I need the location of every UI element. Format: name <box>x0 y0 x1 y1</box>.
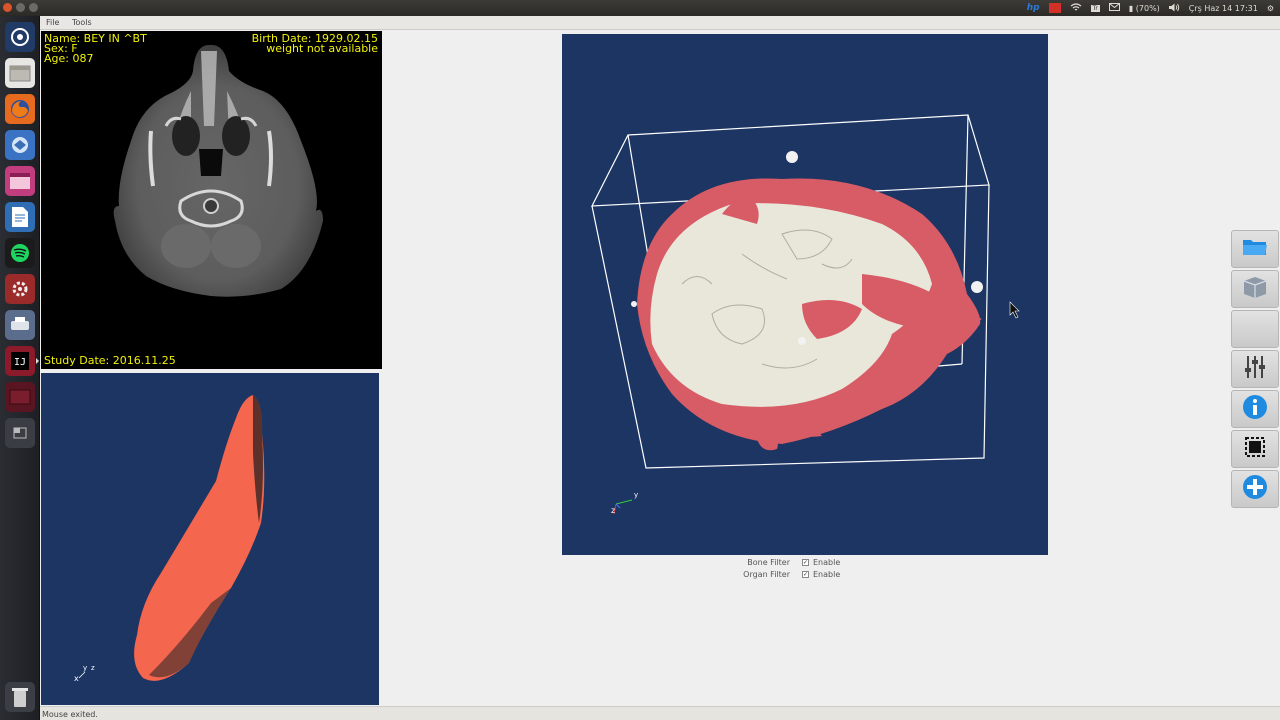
open-folder-icon <box>1242 237 1268 261</box>
printer-icon[interactable] <box>5 310 35 340</box>
record-indicator-icon[interactable] <box>1048 3 1061 13</box>
status-bar: Mouse exited. <box>40 706 1280 720</box>
dash-home-icon[interactable] <box>5 22 35 52</box>
files-icon[interactable] <box>5 58 35 88</box>
weight-info: weight not available <box>266 42 378 55</box>
add-icon <box>1241 473 1269 505</box>
bone-filter-row: Bone Filter ✓ Enable <box>740 556 840 568</box>
blank-button[interactable] <box>1231 310 1279 348</box>
thunderbird-icon[interactable] <box>5 130 35 160</box>
3d-box-icon <box>1241 275 1269 303</box>
3d-view-button[interactable] <box>1231 270 1279 308</box>
battery-percent: (70%) <box>1135 3 1160 13</box>
organ-view-axis-icon <box>78 671 86 679</box>
firefox-icon[interactable] <box>5 94 35 124</box>
menu-bar: File Tools <box>40 16 1280 30</box>
status-text: Mouse exited. <box>42 710 98 719</box>
top-panel: hp Tr ▮ (70%) Çrş Haz 14 17:31 ⚙ <box>0 0 1280 16</box>
system-indicators: hp Tr ▮ (70%) Çrş Haz 14 17:31 ⚙ <box>1027 0 1274 16</box>
study-date: Study Date: 2016.11.25 <box>44 354 176 367</box>
screenshot-tool-icon[interactable] <box>5 166 35 196</box>
spotify-icon[interactable] <box>5 238 35 268</box>
organ-model-view[interactable]: x y z <box>41 373 379 705</box>
launcher: IJ <box>0 16 40 720</box>
menu-tools[interactable]: Tools <box>66 16 96 27</box>
patient-age: Age: 087 <box>44 52 94 65</box>
sliders-icon <box>1242 354 1268 384</box>
crop-button[interactable] <box>1231 430 1279 468</box>
hp-indicator[interactable]: hp <box>1027 3 1040 13</box>
settings-gear-icon[interactable]: ⚙ <box>1267 4 1274 13</box>
bone-filter-checkbox[interactable]: ✓ <box>802 558 809 566</box>
skull-volume-render <box>590 114 1020 515</box>
bone-filter-label: Bone Filter <box>747 557 790 567</box>
filter-controls: Bone Filter ✓ Enable Organ Filter ✓ Enab… <box>740 556 840 580</box>
info-icon <box>1241 393 1269 425</box>
render-axis-y-label: y <box>634 491 639 499</box>
mail-icon[interactable] <box>1108 3 1120 13</box>
intellij-icon[interactable]: IJ <box>5 346 39 376</box>
bone-filter-enable-label[interactable]: Enable <box>813 558 840 567</box>
volume-icon[interactable] <box>1168 3 1180 14</box>
organ-filter-enable-label[interactable]: Enable <box>813 570 840 579</box>
render-view-axis-icon <box>613 499 633 515</box>
render-axis-z-label: z <box>611 506 616 515</box>
trash-icon[interactable] <box>5 682 35 712</box>
writer-icon[interactable] <box>5 202 35 232</box>
organ-filter-label: Organ Filter <box>743 569 790 579</box>
maximize-window-button[interactable] <box>29 3 38 12</box>
battery-icon: ▮ <box>1128 3 1134 13</box>
ct-slice-view[interactable]: Name: BEY IN ^BT Sex: F Age: 087 Birth D… <box>41 31 382 369</box>
organ-filter-checkbox[interactable]: ✓ <box>802 570 809 578</box>
window-controls <box>3 3 38 12</box>
workspace-switcher-icon[interactable] <box>5 418 35 448</box>
volume-render-view[interactable]: z y <box>562 34 1048 555</box>
svg-text:IJ: IJ <box>14 357 26 368</box>
battery-indicator[interactable]: ▮ (70%) <box>1129 4 1160 13</box>
crop-icon <box>1243 435 1267 463</box>
system-settings-icon[interactable] <box>5 274 35 304</box>
organ-model-render <box>78 395 265 681</box>
minimize-window-button[interactable] <box>16 3 25 12</box>
clock[interactable]: Çrş Haz 14 17:31 <box>1189 4 1258 13</box>
axis-x-label: x <box>74 674 79 683</box>
ct-slice-image <box>113 44 324 297</box>
axis-z-label: z <box>91 664 95 672</box>
wifi-icon[interactable] <box>1070 2 1082 14</box>
axis-y-label: y <box>83 664 88 672</box>
keyboard-layout-indicator[interactable]: Tr <box>1090 4 1100 12</box>
adjust-settings-button[interactable] <box>1231 350 1279 388</box>
close-window-button[interactable] <box>3 3 12 12</box>
app-window-icon[interactable] <box>5 382 35 412</box>
add-button[interactable] <box>1231 470 1279 508</box>
mouse-cursor-icon <box>1009 301 1020 319</box>
open-file-button[interactable] <box>1231 230 1279 268</box>
menu-file[interactable]: File <box>40 16 63 27</box>
info-button[interactable] <box>1231 390 1279 428</box>
organ-filter-row: Organ Filter ✓ Enable <box>740 568 840 580</box>
